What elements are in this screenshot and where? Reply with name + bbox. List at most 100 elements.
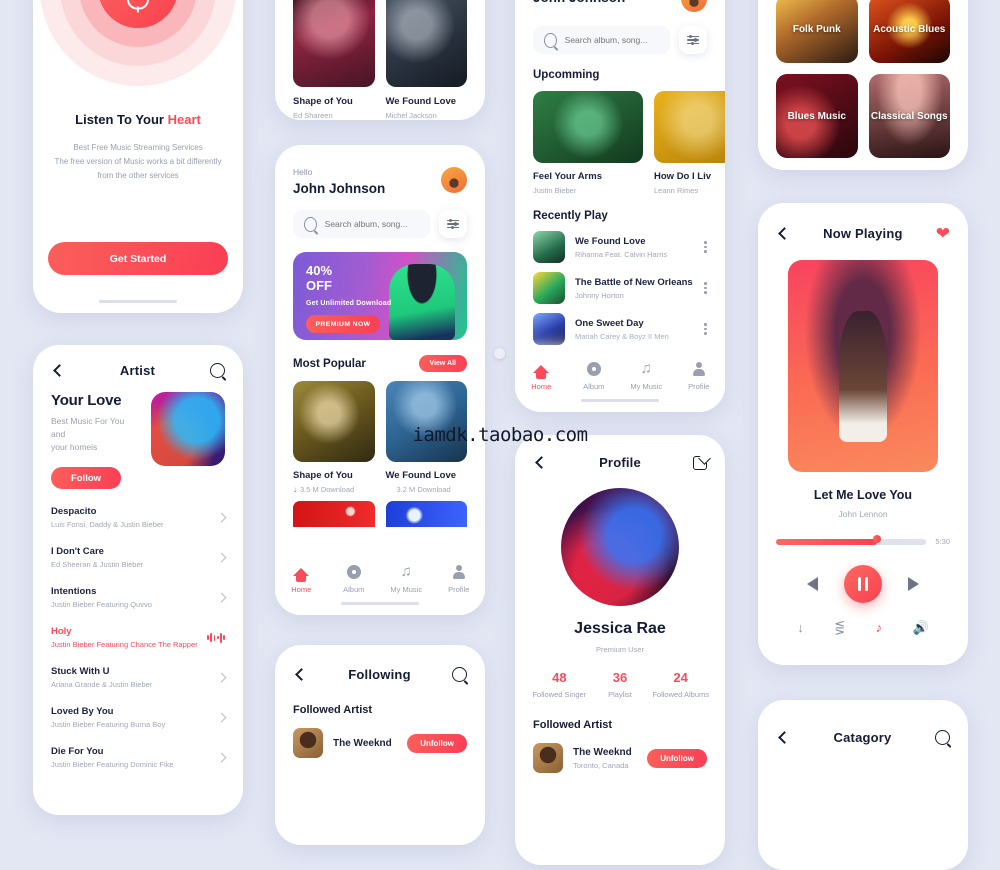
back-icon[interactable]: [51, 364, 65, 378]
mini-player-card: Shape of You Ed Shareen We Found Love Mi…: [275, 0, 485, 120]
song-thumbnail[interactable]: [385, 501, 467, 527]
upcoming-screen-card: John Johnson Upcomming Feel Your Arms Ju…: [515, 0, 725, 412]
more-options-icon[interactable]: [704, 281, 707, 295]
section-title: Followed Artist: [533, 719, 613, 731]
song-thumbnail: [533, 231, 565, 263]
search-box[interactable]: [533, 26, 670, 54]
tab-my-music[interactable]: ♫ My Music: [620, 361, 673, 392]
more-options-icon[interactable]: [704, 240, 707, 254]
song-title: Feel Your Arms: [533, 171, 602, 182]
profile-icon: [433, 564, 486, 580]
tab-profile[interactable]: Profile: [433, 564, 486, 594]
table-row[interactable]: One Sweet Day Mariah Carey & Boyz II Men: [515, 304, 725, 345]
artist-song-list: Despacito Luis Fonsi, Daddy & Justin Bie…: [33, 489, 243, 777]
back-icon[interactable]: [776, 227, 790, 241]
search-icon[interactable]: [210, 363, 225, 378]
pause-button[interactable]: [844, 565, 882, 603]
promo-banner[interactable]: 40% OFF Get Unlimited Download PREMIUM N…: [293, 252, 467, 340]
table-row[interactable]: Holy Justin Bieber Featuring Chance The …: [51, 617, 225, 657]
unfollow-button[interactable]: Unfollow: [647, 748, 707, 768]
genre-tile-acoustic-blues[interactable]: Acoustic Blues: [868, 0, 950, 63]
next-button[interactable]: [908, 577, 919, 591]
song-thumbnail[interactable]: [293, 501, 375, 527]
artist-meta: The Weeknd: [333, 738, 397, 749]
back-icon[interactable]: [776, 731, 790, 745]
tab-home[interactable]: Home: [515, 361, 568, 391]
music-note-icon[interactable]: ♪: [876, 621, 883, 634]
search-input[interactable]: [324, 219, 419, 229]
list-item[interactable]: Shape of You ↓ 3.5 M Download: [293, 381, 375, 494]
song-title: One Sweet Day: [575, 317, 644, 329]
edit-icon[interactable]: [692, 455, 707, 470]
list-item[interactable]: Shape of You Ed Shareen: [293, 0, 375, 120]
splash-subtitle-line2: The free version of Music works a bit di…: [54, 157, 222, 166]
volume-icon[interactable]: 🔊: [913, 621, 929, 634]
genre-tile-classical-songs[interactable]: Classical Songs: [868, 74, 950, 158]
home-indicator: [341, 602, 419, 605]
previous-button[interactable]: [807, 577, 818, 591]
tab-album[interactable]: Album: [568, 361, 621, 391]
tab-label: Album: [583, 382, 605, 391]
more-options-icon[interactable]: [704, 322, 707, 336]
back-icon[interactable]: [533, 456, 547, 470]
download-icon[interactable]: ↓: [797, 621, 804, 634]
stat-value: 48: [552, 670, 567, 685]
greeting-header: Hello John Johnson: [275, 145, 485, 196]
now-playing-card: Now Playing ❤ Let Me Love You John Lenno…: [758, 203, 968, 665]
stat-followed-albums: 24 Followed Albums: [650, 670, 711, 699]
share-icon[interactable]: ⋚: [834, 621, 845, 634]
table-row[interactable]: Despacito Luis Fonsi, Daddy & Justin Bie…: [51, 497, 227, 537]
follow-button[interactable]: Follow: [51, 467, 121, 489]
filter-button[interactable]: [679, 26, 707, 54]
table-row[interactable]: Die For You Justin Bieber Featuring Domi…: [51, 737, 227, 777]
back-icon[interactable]: [293, 668, 307, 682]
section-title: Recently Play: [533, 210, 608, 222]
song-thumbnail: [385, 381, 467, 462]
heart-icon[interactable]: ❤: [936, 225, 950, 242]
search-icon[interactable]: [934, 730, 950, 745]
page-title: Artist: [119, 363, 156, 378]
table-row[interactable]: We Found Love Rihanna Feat. Calvin Harri…: [515, 222, 725, 263]
view-all-button[interactable]: View All: [418, 355, 467, 372]
search-icon[interactable]: [451, 667, 467, 682]
song-title: Despacito: [51, 506, 97, 517]
tab-album[interactable]: Album: [328, 564, 381, 594]
splash-subtitle: Best Free Music Streaming Services The f…: [33, 141, 243, 183]
list-item[interactable]: We Found Love Michel Jackson: [385, 0, 467, 120]
genre-label: Folk Punk: [792, 23, 841, 35]
progress-bar[interactable]: [776, 534, 927, 545]
list-item[interactable]: How Do I Liv Leann Rimes: [654, 91, 725, 195]
artist-cover-image: [151, 392, 225, 466]
genre-grid-card: Folk Punk Acoustic Blues Blues Music Cla…: [758, 0, 968, 170]
table-row[interactable]: Stuck With U Ariana Grande & Justin Bieb…: [51, 657, 227, 697]
chevron-right-icon: [216, 672, 227, 683]
stat-label: Playlist: [608, 690, 632, 699]
premium-now-button[interactable]: PREMIUM NOW: [306, 315, 380, 333]
tab-home[interactable]: Home: [275, 564, 328, 594]
genre-tile-blues-music[interactable]: Blues Music: [776, 74, 858, 158]
download-count: 3.2 M Download: [386, 485, 468, 494]
song-thumbnail: [533, 272, 565, 304]
section-title: Upcomming: [533, 69, 600, 81]
search-box[interactable]: [293, 210, 430, 238]
get-started-button[interactable]: Get Started: [48, 242, 228, 275]
artist-location: Toronto, Canada: [573, 760, 629, 770]
following-screen-card: Following Followed Artist The Weeknd Unf…: [275, 645, 485, 845]
list-item[interactable]: Feel Your Arms Justin Bieber: [533, 91, 643, 195]
song-title: How Do I Liv: [654, 171, 711, 182]
tab-my-music[interactable]: ♫ My Music: [380, 564, 433, 595]
filter-button[interactable]: [439, 210, 467, 238]
table-row[interactable]: Intentions Justin Bieber Featuring Quvvo: [51, 577, 227, 617]
category-header: Catagory: [758, 700, 968, 745]
avatar[interactable]: [441, 167, 467, 193]
genre-tile-folk-punk[interactable]: Folk Punk: [776, 0, 858, 63]
section-title: Most Popular: [293, 357, 366, 370]
tab-profile[interactable]: Profile: [673, 361, 726, 391]
list-item[interactable]: We Found Love 3.2 M Download: [385, 381, 468, 494]
table-row[interactable]: Loved By You Justin Bieber Featuring Bur…: [51, 697, 227, 737]
table-row[interactable]: I Don't Care Ed Sheeran & Justin Bieber: [51, 537, 227, 577]
search-input[interactable]: [564, 35, 659, 45]
unfollow-button[interactable]: Unfollow: [407, 733, 467, 753]
avatar[interactable]: [681, 0, 707, 12]
table-row[interactable]: The Battle of New Orleans Johnny Horton: [515, 263, 725, 304]
